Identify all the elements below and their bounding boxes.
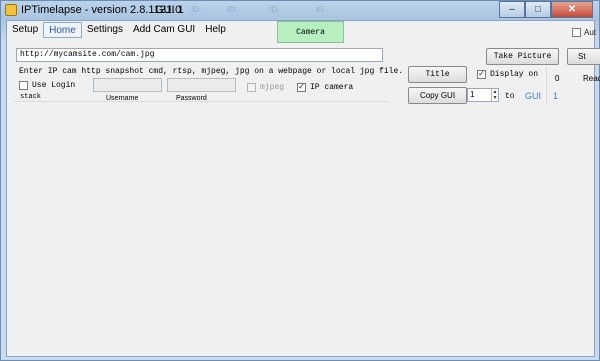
ip-camera-checkbox[interactable]: ✓ IP camera	[297, 83, 353, 92]
copy-gui-stepper[interactable]: 1 ▲ ▼	[467, 88, 499, 102]
display-on-label: Display on	[490, 70, 539, 79]
camera-url-input[interactable]: http://mycamsite.com/cam.jpg	[16, 48, 383, 62]
mjpeg-label: mjpeg	[260, 83, 285, 92]
auto-checkbox-label: Aut	[584, 28, 597, 37]
copy-gui-button[interactable]: Copy GUI	[408, 87, 467, 104]
camera-url-hint: Enter IP cam http snapshot cmd, rtsp, mj…	[19, 67, 404, 76]
menu-add-cam-gui[interactable]: Add Cam GUI	[128, 22, 200, 38]
auto-checkbox-box[interactable]	[572, 28, 581, 37]
ghost-text: ID:	[269, 5, 280, 14]
window-gui-title: GUI 1	[155, 4, 184, 16]
auto-checkbox[interactable]: Aut	[572, 28, 596, 37]
stepper-arrows-icon[interactable]: ▲ ▼	[491, 89, 498, 101]
divider	[546, 67, 547, 104]
maximize-button[interactable]: □	[525, 1, 551, 18]
to-label: to	[505, 92, 515, 101]
close-button[interactable]: ✕	[551, 1, 593, 18]
use-login-checkbox[interactable]: Use Login	[19, 81, 75, 90]
minimize-button[interactable]: –	[499, 1, 525, 18]
ghost-text: Ki:	[316, 5, 326, 14]
copy-gui-stepper-value: 1	[470, 90, 475, 99]
title-bar[interactable]: IPTimelapse - version 2.8.1121.0 GUI 1 I…	[1, 1, 599, 19]
divider	[13, 101, 389, 102]
gui-number: 1	[553, 91, 559, 101]
use-login-box[interactable]	[19, 81, 28, 90]
menu-help[interactable]: Help	[200, 22, 231, 38]
menu-setup[interactable]: Setup	[7, 22, 43, 38]
app-icon	[5, 4, 17, 16]
menu-home[interactable]: Home	[43, 22, 82, 38]
mjpeg-checkbox[interactable]: mjpeg	[247, 83, 284, 92]
stack-label: stack	[20, 93, 42, 101]
take-picture-button[interactable]: Take Picture	[486, 48, 559, 65]
gui-label: GUI	[525, 91, 542, 101]
display-on-checkbox[interactable]: ✓ Display on	[477, 70, 538, 79]
camera-tab[interactable]: Camera	[277, 21, 344, 43]
app-window: IPTimelapse - version 2.8.1121.0 GUI 1 I…	[0, 0, 600, 361]
st-button[interactable]: St	[567, 48, 600, 65]
mjpeg-box[interactable]	[247, 83, 256, 92]
username-input[interactable]	[93, 78, 162, 92]
count-value: 0	[555, 74, 560, 83]
ip-camera-label: IP camera	[310, 83, 354, 92]
ip-camera-box[interactable]: ✓	[297, 83, 306, 92]
main-panel: Setup Home Settings Add Cam GUI Help Cam…	[6, 20, 600, 357]
title-button[interactable]: Title	[408, 66, 467, 83]
use-login-label: Use Login	[32, 81, 76, 90]
menu-settings[interactable]: Settings	[82, 22, 128, 38]
ghost-text: ID:	[191, 5, 202, 14]
display-on-box[interactable]: ✓	[477, 70, 486, 79]
ready-status: Read	[583, 74, 600, 83]
ghost-text: ID:	[227, 5, 238, 14]
password-input[interactable]	[167, 78, 236, 92]
